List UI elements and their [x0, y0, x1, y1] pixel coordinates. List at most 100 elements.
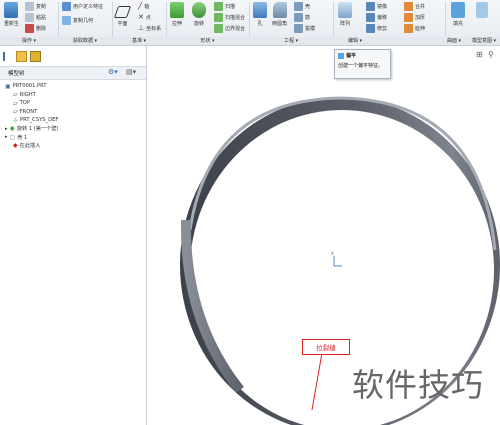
plane-icon: ▱ [13, 108, 18, 116]
regenerate-button[interactable]: 重新生 [4, 2, 19, 27]
regenerate-icon [4, 2, 18, 18]
favorites-icon[interactable] [30, 51, 41, 62]
tree-item-csys[interactable]: ⊹ PRT_CSYS_DEF [5, 116, 145, 125]
surface-more-button[interactable] [476, 2, 488, 18]
tree-item-shell[interactable]: ▸ ▢ 壳 1 [5, 133, 145, 142]
tooltip-title: 偏平 [346, 53, 357, 59]
point-button[interactable]: ✕ 点 [138, 13, 151, 21]
trim-icon [366, 24, 375, 33]
tree-item-part[interactable]: ▣ PRT0001.PRT [5, 82, 145, 91]
copy-geometry-icon [62, 16, 71, 25]
extrude-button[interactable]: 拉伸 [170, 2, 184, 27]
tooltip-header: 偏平 [335, 50, 390, 61]
surface-icon [476, 2, 488, 18]
group-label-get-data[interactable]: 获取数据 ▾ [58, 37, 112, 45]
insert-icon: ◆ [13, 142, 18, 150]
csys-icon: ⊥ [138, 24, 145, 32]
group-label-datum[interactable]: 基准 ▾ [112, 37, 166, 45]
boundary-blend-button[interactable]: 边界混合 [214, 24, 245, 33]
merge-icon [404, 2, 413, 11]
hole-icon [253, 2, 267, 18]
revolve-icon [192, 2, 206, 18]
copy-icon [25, 2, 34, 11]
thicken-icon [404, 13, 413, 22]
folder-browser-icon[interactable] [16, 51, 27, 62]
view-toolbar-icon[interactable]: ⊞ [476, 50, 483, 59]
user-feature-button[interactable]: 用户定义特征 [62, 2, 103, 11]
copy-button[interactable]: 复制 [25, 2, 46, 11]
expand-arrow-icon[interactable]: ▸ [5, 134, 8, 140]
paste-icon [25, 13, 34, 22]
model-tree-title: 模型树 [8, 71, 25, 77]
plane-icon: ▱ [13, 99, 18, 107]
zoom-icon[interactable]: ⚲ [488, 50, 494, 59]
group-label-edit[interactable]: 编辑 ▾ [333, 37, 377, 45]
delete-button[interactable]: 删除 [25, 24, 46, 33]
part-icon: ▣ [5, 82, 11, 90]
revolve-icon: ◉ [9, 125, 15, 133]
draft-button[interactable]: 拔模 [294, 24, 315, 33]
axis-icon: ╱ [138, 2, 143, 10]
watermark: 软件技巧 [352, 366, 485, 404]
group-label-shapes[interactable]: 形状 ▾ [166, 37, 249, 45]
blend-button[interactable]: 扫描混合 [214, 13, 245, 22]
callout-label: 拉裂缝 [316, 344, 336, 352]
extrude-icon [170, 2, 184, 18]
navigator-toolbar [3, 51, 41, 62]
rib-icon [294, 13, 303, 22]
hole-button[interactable]: 孔 [253, 2, 267, 27]
thicken-button[interactable]: 加厚 [404, 13, 425, 22]
mirror-button[interactable]: 镜像 [366, 2, 387, 11]
model-tree: ▣ PRT0001.PRT ▱ RIGHT ▱ TOP ▱ FRONT ⊹ PR… [5, 82, 145, 150]
rib-button[interactable]: 筋 [294, 13, 310, 22]
tree-item-insert-here[interactable]: ◆ 在此插入 [5, 142, 145, 151]
user-feature-icon [62, 2, 71, 11]
tree-item-top[interactable]: ▱ TOP [5, 99, 145, 108]
copy-geometry-button[interactable]: 复制几何 [62, 16, 93, 25]
tree-item-right[interactable]: ▱ RIGHT [5, 91, 145, 100]
coord-sys-button[interactable]: ⊥ 坐标系 [138, 24, 161, 32]
expand-arrow-icon[interactable]: ▸ [5, 126, 8, 132]
extend-icon [404, 24, 413, 33]
csys-icon: ⊹ [13, 116, 19, 124]
paste-button[interactable]: 粘贴 [25, 13, 46, 22]
group-label-operations[interactable]: 操作 ▾ [0, 37, 58, 45]
shell-icon [294, 2, 303, 11]
callout-box: 拉裂缝 [302, 339, 350, 355]
sweep-button[interactable]: 扫描 [214, 2, 235, 11]
sweep-icon [214, 2, 223, 11]
shell-icon: ▢ [9, 133, 16, 141]
round-button[interactable]: 倒圆角 [272, 2, 287, 27]
tooltip-flatten: 偏平 创建一个偏平特征。 [334, 49, 391, 79]
tree-item-revolve[interactable]: ▸ ◉ 旋转 1 (第一个壁) [5, 125, 145, 134]
draft-icon [294, 24, 303, 33]
flatten-icon [338, 52, 344, 59]
tree-settings-icon[interactable]: ⚙▾ [108, 68, 118, 76]
datum-label: X [331, 251, 334, 256]
offset-button[interactable]: 偏移 [366, 13, 387, 22]
group-label-surfaces[interactable]: 曲面 ▾ [440, 37, 468, 45]
merge-button[interactable]: 合并 [404, 2, 425, 11]
plane-icon [113, 6, 132, 18]
trim-button[interactable]: 修剪 [366, 24, 387, 33]
revolve-button[interactable]: 旋转 [192, 2, 206, 27]
model-tree-header: 模型树 ⚙▾ ▤▾ [0, 66, 146, 80]
show-filters-icon[interactable]: ▤▾ [126, 68, 136, 76]
extend-button[interactable]: 延伸 [404, 24, 425, 33]
offset-icon [366, 13, 375, 22]
fill-button[interactable]: 填充 [451, 2, 465, 27]
axis-button[interactable]: ╱ 轴 [138, 2, 149, 10]
group-label-engineering[interactable]: 工程 ▾ [249, 37, 333, 45]
mirror-icon [366, 2, 375, 11]
pattern-icon [338, 2, 352, 18]
round-icon [272, 2, 287, 18]
shell-button[interactable]: 壳 [294, 2, 310, 11]
pattern-button[interactable]: 阵列 [338, 2, 352, 27]
plane-button[interactable]: 平面 [113, 2, 132, 27]
group-label-edit2 [377, 37, 445, 45]
delete-icon [25, 24, 34, 33]
group-label-model-intent[interactable]: 模型意图 ▾ [468, 37, 500, 45]
tree-item-front[interactable]: ▱ FRONT [5, 108, 145, 117]
model-tree-tab-icon[interactable] [3, 52, 13, 61]
fill-icon [451, 2, 465, 18]
